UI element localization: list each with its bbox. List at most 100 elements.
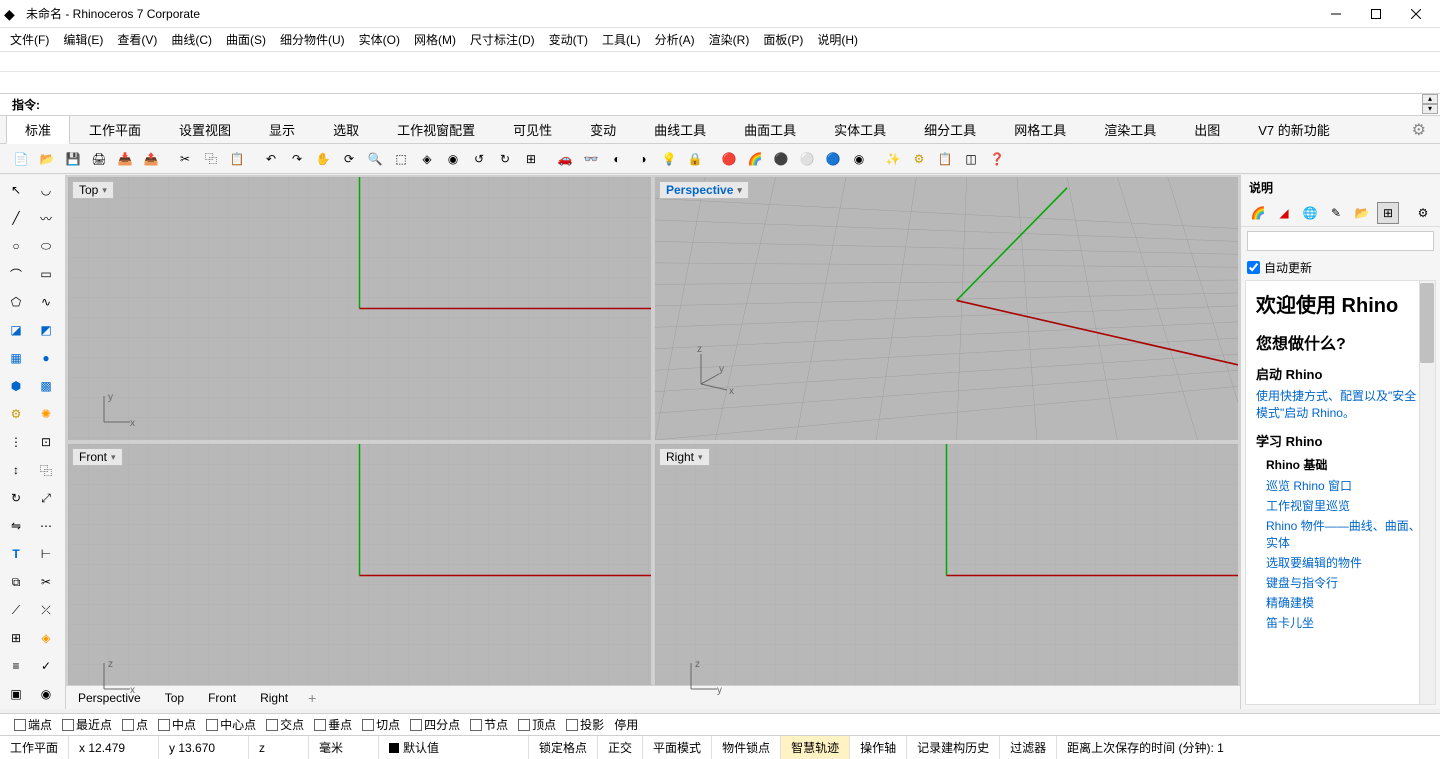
viewport-front-label[interactable]: Front▾ — [72, 448, 123, 466]
status-filter[interactable]: 过滤器 — [1000, 736, 1057, 759]
cylinder-icon[interactable]: ⬢ — [2, 373, 30, 399]
menu-dimension[interactable]: 尺寸标注(D) — [470, 31, 535, 48]
more-panels-icon[interactable]: ⚙ — [1412, 202, 1434, 224]
viewport-top-label[interactable]: Top▾ — [72, 181, 114, 199]
shade-icon[interactable]: ⚫ — [770, 148, 792, 170]
grid-icon[interactable]: ⊞ — [2, 625, 30, 651]
help-start-link[interactable]: 使用快捷方式、配置以及"安全模式"启动 Rhino。 — [1256, 387, 1425, 421]
tab-rendertools[interactable]: 渲染工具 — [1085, 115, 1175, 144]
minimize-button[interactable] — [1316, 1, 1356, 27]
properties-icon[interactable]: ◫ — [960, 148, 982, 170]
tab-meshtools[interactable]: 网格工具 — [995, 115, 1085, 144]
zoom-window-icon[interactable]: ⬚ — [390, 148, 412, 170]
zoom-selected-icon[interactable]: ◉ — [442, 148, 464, 170]
status-gridsnap[interactable]: 锁定格点 — [529, 736, 598, 759]
tab-subdtools[interactable]: 细分工具 — [905, 115, 995, 144]
new-icon[interactable]: 📄 — [10, 148, 32, 170]
osnap-knot[interactable]: 节点 — [470, 716, 508, 733]
tab-setview[interactable]: 设置视图 — [160, 115, 250, 144]
toolbar-settings-icon[interactable]: ⚙ — [1412, 120, 1426, 140]
menu-surface[interactable]: 曲面(S) — [226, 31, 266, 48]
status-planar[interactable]: 平面模式 — [643, 736, 712, 759]
command-history[interactable] — [0, 52, 1440, 72]
freeform-icon[interactable]: ∿ — [32, 289, 60, 315]
viewtab-top[interactable]: Top — [161, 689, 188, 707]
tab-solidtools[interactable]: 实体工具 — [815, 115, 905, 144]
tab-curvetools[interactable]: 曲线工具 — [635, 115, 725, 144]
import-icon[interactable]: 📥 — [114, 148, 136, 170]
help-icon[interactable]: ❓ — [986, 148, 1008, 170]
circle-icon[interactable]: ○ — [2, 233, 30, 259]
status-gumball[interactable]: 操作轴 — [850, 736, 907, 759]
menu-view[interactable]: 查看(V) — [117, 31, 157, 48]
lightbulb-icon[interactable]: 💡 — [658, 148, 680, 170]
ghosted-icon[interactable]: ⚪ — [796, 148, 818, 170]
gear-icon[interactable]: ⚙ — [2, 401, 30, 427]
mesh-icon[interactable]: ▩ — [32, 373, 60, 399]
render-icon[interactable]: 🔴 — [718, 148, 740, 170]
glasses-icon[interactable]: 👓 — [580, 148, 602, 170]
rendered-icon[interactable]: 🔵 — [822, 148, 844, 170]
osnap-tan[interactable]: 切点 — [362, 716, 400, 733]
surface2-icon[interactable]: ◩ — [32, 317, 60, 343]
menu-tools[interactable]: 工具(L) — [602, 31, 641, 48]
zoom-dynamic-icon[interactable]: 🔍 — [364, 148, 386, 170]
points-on-icon[interactable]: ⋮ — [2, 429, 30, 455]
help-link[interactable]: Rhino 物件——曲线、曲面、实体 — [1266, 517, 1425, 551]
osnap-quad[interactable]: 四分点 — [410, 716, 460, 733]
tab-display[interactable]: 显示 — [250, 115, 314, 144]
document-properties-icon[interactable]: 📋 — [934, 148, 956, 170]
redo-view-icon[interactable]: ↻ — [494, 148, 516, 170]
raytraced-icon[interactable]: ◉ — [848, 148, 870, 170]
tab-surfacetools[interactable]: 曲面工具 — [725, 115, 815, 144]
viewport-top[interactable]: Top▾ y x — [68, 177, 651, 440]
wand-icon[interactable]: ✨ — [882, 148, 904, 170]
lock-icon[interactable]: 🔒 — [684, 148, 706, 170]
cmd-scroll-down[interactable]: ▾ — [1422, 104, 1438, 114]
osnap-disable[interactable]: 停用 — [614, 716, 638, 733]
pan-icon[interactable]: ✋ — [312, 148, 334, 170]
viewport-perspective-label[interactable]: Perspective▾ — [659, 181, 749, 199]
viewport-right[interactable]: Right▾ z y — [655, 444, 1238, 707]
rectangle-icon[interactable]: ▭ — [32, 261, 60, 287]
menu-edit[interactable]: 编辑(E) — [63, 31, 103, 48]
osnap-vertex[interactable]: 顶点 — [518, 716, 556, 733]
help-link[interactable]: 巡览 Rhino 窗口 — [1266, 477, 1425, 494]
tab-newv7[interactable]: V7 的新功能 — [1239, 115, 1349, 144]
material-icon[interactable]: 🌈 — [744, 148, 766, 170]
libraries-icon[interactable]: 📂 — [1351, 202, 1373, 224]
status-ortho[interactable]: 正交 — [598, 736, 643, 759]
status-layer[interactable]: 默认值 — [379, 736, 529, 759]
environments-icon[interactable]: 🌐 — [1299, 202, 1321, 224]
tab-transform[interactable]: 变动 — [571, 115, 635, 144]
status-smarttrack[interactable]: 智慧轨迹 — [781, 736, 850, 759]
help-search[interactable] — [1247, 231, 1434, 251]
four-viewports-icon[interactable]: ⊞ — [520, 148, 542, 170]
menu-curve[interactable]: 曲线(C) — [171, 31, 212, 48]
arc-icon[interactable]: ⌒ — [2, 261, 30, 287]
cut-icon[interactable]: ✂ — [174, 148, 196, 170]
curve-icon[interactable]: 〰 — [32, 205, 60, 231]
edit-icon[interactable]: ✎ — [1325, 202, 1347, 224]
sphere-icon[interactable]: ● — [32, 345, 60, 371]
redo-icon[interactable]: ↷ — [286, 148, 308, 170]
viewport-front[interactable]: Front▾ z x — [68, 444, 651, 707]
tab-viewport[interactable]: 工作视窗配置 — [378, 115, 494, 144]
osnap-int[interactable]: 交点 — [266, 716, 304, 733]
array-icon[interactable]: ⋯ — [32, 513, 60, 539]
car-icon[interactable]: 🚗 — [554, 148, 576, 170]
viewtab-front[interactable]: Front — [204, 689, 240, 707]
menu-render[interactable]: 渲染(R) — [709, 31, 750, 48]
menu-mesh[interactable]: 网格(M) — [414, 31, 456, 48]
open-icon[interactable]: 📂 — [36, 148, 58, 170]
auto-update-checkbox[interactable] — [1247, 261, 1260, 274]
cmd-scroll-up[interactable]: ▴ — [1422, 94, 1438, 104]
rotate-icon[interactable]: ⟳ — [338, 148, 360, 170]
tab-visibility[interactable]: 可见性 — [494, 115, 571, 144]
help-link[interactable]: 工作视窗里巡览 — [1266, 497, 1425, 514]
lasso-icon[interactable]: ◡ — [32, 177, 60, 203]
status-history[interactable]: 记录建构历史 — [907, 736, 1000, 759]
undo-icon[interactable]: ↶ — [260, 148, 282, 170]
explode-icon[interactable]: ✺ — [32, 401, 60, 427]
status-osnap[interactable]: 物件锁点 — [712, 736, 781, 759]
